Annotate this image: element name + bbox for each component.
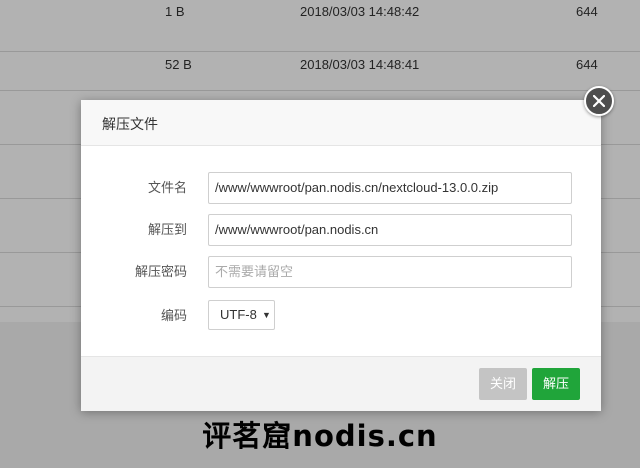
dialog-close-button[interactable] [584, 86, 614, 116]
extract-to-label: 解压到 [147, 222, 187, 237]
dialog-title: 解压文件 [102, 116, 158, 132]
password-input[interactable] [208, 256, 572, 288]
password-label: 解压密码 [134, 264, 187, 279]
file-name-row: 文件名 [81, 172, 601, 204]
encoding-row: 编码 UTF-8 ▼ [81, 300, 601, 332]
encoding-value: UTF-8 [220, 307, 257, 322]
file-name-input[interactable] [208, 172, 572, 204]
dropdown-arrow-icon: ▼ [262, 310, 271, 320]
encoding-label: 编码 [160, 308, 187, 323]
watermark-text: 评茗窟nodis.cn [202, 419, 438, 453]
extract-button[interactable]: 解压 [532, 368, 580, 400]
dialog-footer: 关闭 解压 [81, 356, 601, 411]
extract-dialog: 解压文件 文件名 解压到 解压密码 编码 UTF-8 ▼ 关闭 解压 [81, 100, 601, 411]
password-row: 解压密码 [81, 256, 601, 288]
dialog-header: 解压文件 [81, 100, 601, 146]
close-icon [593, 95, 605, 107]
extract-to-row: 解压到 [81, 214, 601, 246]
close-button[interactable]: 关闭 [479, 368, 527, 400]
file-name-label: 文件名 [147, 180, 187, 195]
extract-to-input[interactable] [208, 214, 572, 246]
encoding-select[interactable]: UTF-8 ▼ [208, 300, 275, 330]
